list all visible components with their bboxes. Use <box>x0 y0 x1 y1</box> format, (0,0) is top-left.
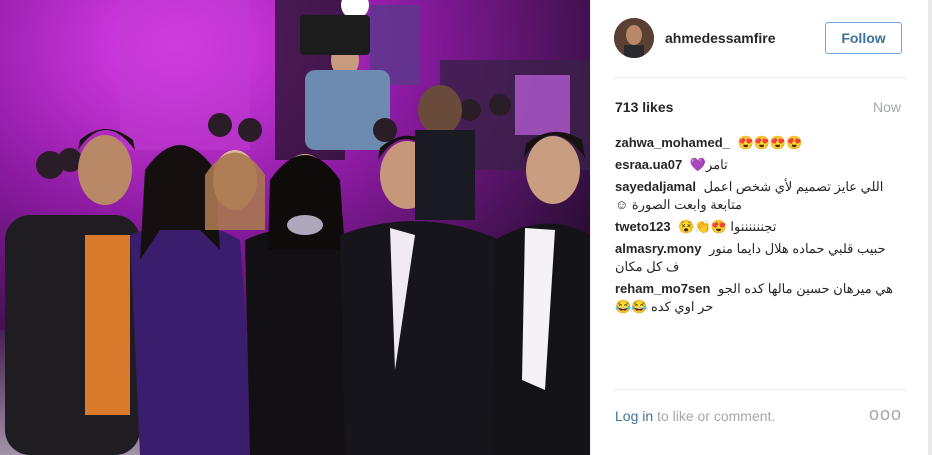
post-side-panel: ahmedessamfire Follow 713 likes Now zahw… <box>590 0 928 455</box>
comment: esraa.ua07 تامر💜 <box>615 156 900 174</box>
comment-text: تامر💜 <box>689 157 728 172</box>
comment: tweto123 تجننننننوا 😍👏😵 <box>615 218 900 236</box>
comment: zahwa_mohamed_ 😍😍😍😍 <box>615 134 900 152</box>
post-header: ahmedessamfire Follow <box>591 0 929 78</box>
party-photo-image <box>0 0 590 455</box>
more-options-icon[interactable]: ooo <box>869 404 902 425</box>
follow-button[interactable]: Follow <box>825 22 902 54</box>
likes-count[interactable]: 713 likes <box>615 99 673 115</box>
footer-divider <box>613 389 907 390</box>
avatar[interactable] <box>614 18 654 58</box>
post-photo[interactable] <box>0 0 590 455</box>
comment-text: 😍😍😍😍 <box>737 135 803 150</box>
comment-user[interactable]: tweto123 <box>615 219 671 234</box>
comment: sayedaljamal اللي عايز تصميم لأي شخص اعم… <box>615 178 900 214</box>
post-time: Now <box>872 99 901 115</box>
comment-user[interactable]: almasry.mony <box>615 241 701 256</box>
comment: reham_mo7sen هي ميرهان حسين مالها كده ال… <box>615 280 900 316</box>
comment-user[interactable]: sayedaljamal <box>615 179 696 194</box>
post-username[interactable]: ahmedessamfire <box>665 30 776 46</box>
avatar-image <box>614 18 654 58</box>
comment-text: تجننننننوا 😍👏😵 <box>678 219 777 234</box>
instagram-post: ahmedessamfire Follow 713 likes Now zahw… <box>0 0 932 455</box>
comment-user[interactable]: zahwa_mohamed_ <box>615 135 730 150</box>
comment-user[interactable]: esraa.ua07 <box>615 157 682 172</box>
comments-list: zahwa_mohamed_ 😍😍😍😍 esraa.ua07 تامر💜 say… <box>615 134 900 320</box>
login-suffix: to like or comment. <box>653 408 776 424</box>
comment-user[interactable]: reham_mo7sen <box>615 281 710 296</box>
window-edge <box>928 0 932 455</box>
login-link[interactable]: Log in <box>615 408 653 424</box>
login-prompt: Log in to like or comment. <box>615 408 775 424</box>
comment: almasry.mony حبيب قلبي حماده هلال دايما … <box>615 240 900 276</box>
header-divider <box>613 77 907 78</box>
